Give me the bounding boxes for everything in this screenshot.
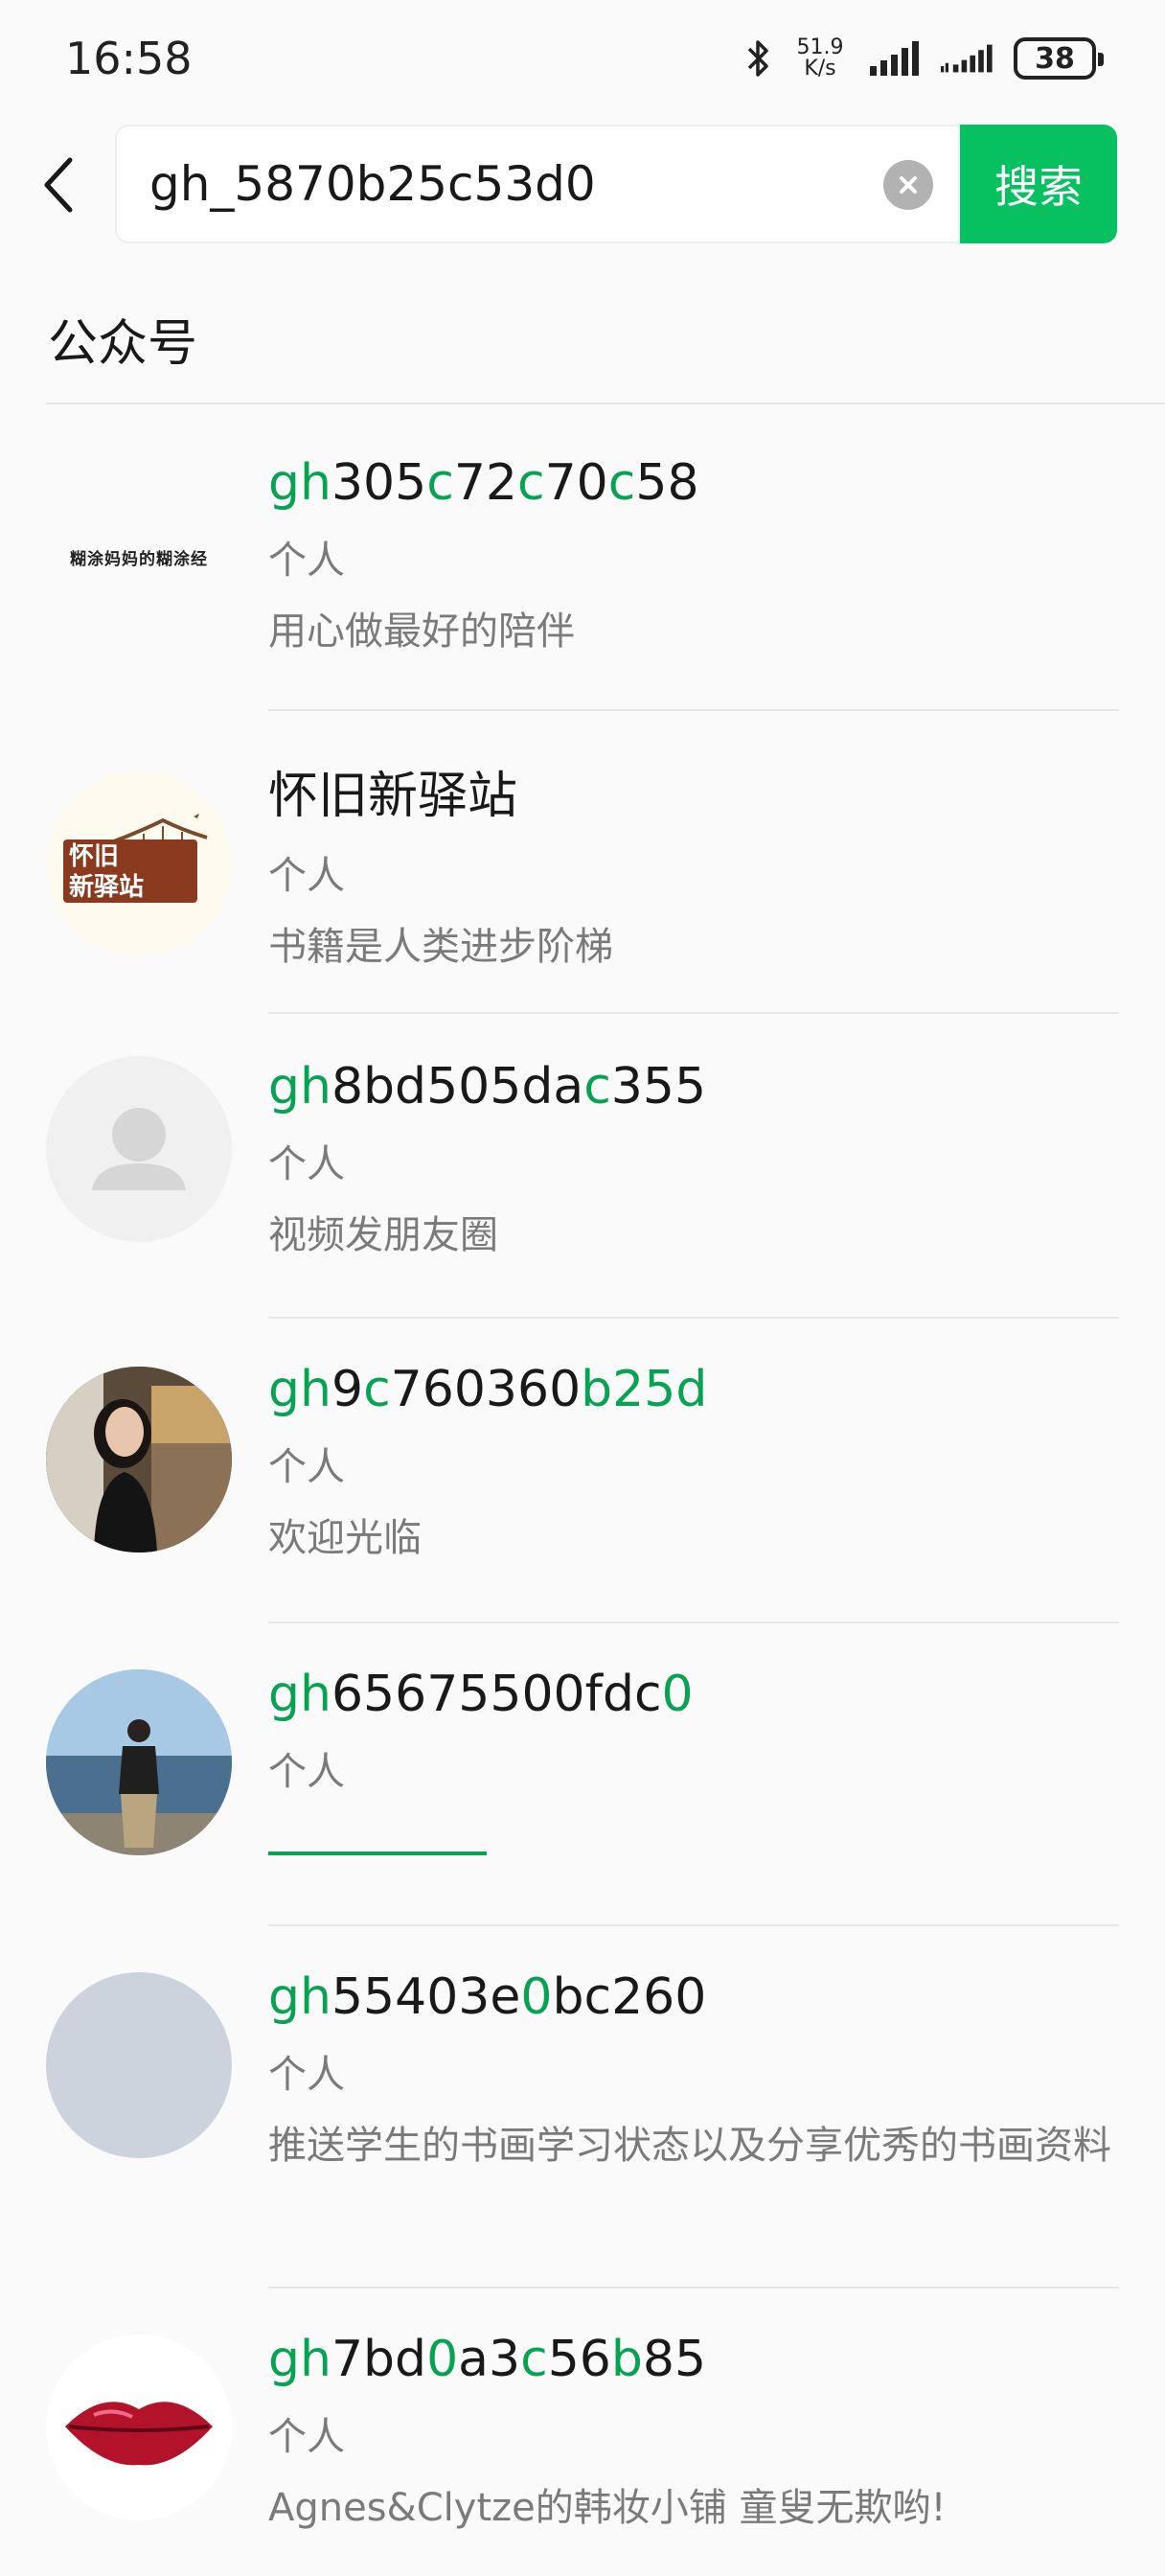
name-highlight: c [363, 1361, 391, 1418]
name-text: 8bd505da [331, 1058, 584, 1116]
avatar: 糊涂妈妈的糊涂经 [46, 464, 232, 650]
status-time: 16:58 [65, 33, 193, 84]
name-highlight: c [583, 1058, 611, 1116]
name-text: 55403e [331, 1968, 521, 2026]
results-list: 糊涂妈妈的糊涂经 gh305c72c70c58 个人 用心做最好的陪伴 怀旧 新… [0, 404, 1165, 2576]
result-type: 个人 [268, 854, 345, 898]
name-text: 70 [544, 454, 608, 512]
result-item[interactable]: gh65675500fdc0 个人 [0, 1623, 1165, 1926]
result-description: 书籍是人类进步阶梯 [268, 925, 613, 969]
name-highlight: gh [268, 1968, 331, 2026]
name-highlight: gh [268, 1361, 331, 1418]
result-description: 视频发朋友圈 [268, 1213, 498, 1257]
name-highlight: c [426, 454, 454, 512]
name-highlight: b [610, 2331, 643, 2388]
name-highlight: 0 [520, 1968, 553, 2026]
name-highlight: c [607, 454, 636, 512]
name-highlight: 0 [426, 2331, 459, 2388]
chevron-left-icon [44, 157, 73, 213]
status-bar: 16:58 51.9 K/s 38 [0, 0, 1165, 115]
avatar-photo-man [46, 1669, 232, 1855]
name-highlight: b25d [581, 1361, 708, 1418]
result-type: 个人 [268, 2053, 345, 2097]
avatar-logo-box: 怀旧 新驿站 [63, 840, 197, 903]
avatar-logo: 怀旧 新驿站 [63, 813, 208, 905]
result-description: Agnes&Clytze的韩妆小铺 童叟无欺哟! [268, 2486, 947, 2530]
avatar-logo-text: 糊涂妈妈的糊涂经 [70, 549, 208, 569]
avatar [46, 1056, 232, 1242]
close-icon [900, 176, 917, 194]
name-highlight: 0 [661, 1666, 694, 1723]
result-type: 个人 [268, 1142, 345, 1186]
battery-icon: 38 [1014, 37, 1104, 80]
result-item[interactable]: gh8bd505dac355 个人 视频发朋友圈 [0, 1014, 1165, 1319]
avatar: 怀旧 新驿站 [46, 770, 232, 956]
result-item[interactable]: 糊涂妈妈的糊涂经 gh305c72c70c58 个人 用心做最好的陪伴 [0, 404, 1165, 711]
name-text: 85 [642, 2331, 707, 2388]
name-highlight: gh [268, 2331, 331, 2388]
result-name: gh55403e0bc260 [268, 1968, 1111, 2026]
result-description: 欢迎光临 [268, 1516, 422, 1560]
signal-icon-2 [941, 44, 993, 73]
result-name: gh65675500fdc0 [268, 1666, 694, 1723]
result-name: gh9c760360b25d [268, 1361, 1111, 1418]
name-text: 56 [547, 2331, 611, 2388]
name-highlight: c [520, 2331, 548, 2388]
name-text: 65675500fdc [331, 1666, 662, 1723]
name-text: 7bd [331, 2331, 427, 2388]
signal-icon-1 [870, 41, 919, 76]
avatar-photo-woman [46, 1367, 232, 1552]
avatar [46, 1972, 232, 2158]
name-text: 72 [453, 454, 517, 512]
result-item[interactable]: gh7bd0a3c56b85 个人 Agnes&Clytze的韩妆小铺 童叟无欺… [0, 2288, 1165, 2576]
search-input[interactable] [149, 126, 878, 242]
avatar-lips-icon [65, 2402, 213, 2466]
name-highlight: gh [268, 1666, 331, 1723]
result-name: gh8bd505dac355 [268, 1058, 1111, 1116]
result-type: 个人 [268, 539, 345, 583]
bluetooth-icon [747, 40, 768, 77]
name-text: 怀旧新驿站 [268, 768, 518, 825]
avatar [46, 2334, 232, 2520]
name-highlight: gh [268, 454, 331, 512]
network-speed: 51.9 K/s [796, 35, 844, 80]
result-description: 用心做最好的陪伴 [268, 610, 575, 654]
status-icons: 51.9 K/s 38 [743, 34, 1104, 82]
avatar [46, 1669, 232, 1855]
section-title: 公众号 [48, 315, 198, 373]
description-underline [268, 1852, 487, 1855]
result-type: 个人 [268, 2415, 345, 2459]
result-name: gh305c72c70c58 [268, 454, 1111, 512]
name-highlight: gh [268, 1058, 331, 1116]
search-box[interactable] [115, 125, 960, 243]
name-text: bc260 [552, 1968, 707, 2026]
clear-search-button[interactable] [883, 160, 933, 210]
name-text: 760360 [390, 1361, 582, 1418]
search-button[interactable]: 搜索 [960, 125, 1117, 243]
result-type: 个人 [268, 1445, 345, 1489]
result-description: 推送学生的书画学习状态以及分享优秀的书画资料 [268, 2124, 1111, 2168]
result-name: 怀旧新驿站 [268, 755, 1111, 827]
name-text: 305 [331, 454, 427, 512]
name-text: 58 [635, 454, 699, 512]
result-item[interactable]: gh9c760360b25d 个人 欢迎光临 [0, 1319, 1165, 1623]
name-text: a3 [458, 2331, 521, 2388]
name-highlight: c [517, 454, 545, 512]
result-type: 个人 [268, 1750, 345, 1794]
name-text: 9 [331, 1361, 364, 1418]
avatar [46, 1367, 232, 1552]
result-item[interactable]: 怀旧 新驿站 怀旧新驿站 个人 书籍是人类进步阶梯 [0, 711, 1165, 1014]
name-text: 355 [610, 1058, 707, 1116]
result-item[interactable]: gh55403e0bc260 个人 推送学生的书画学习状态以及分享优秀的书画资料 [0, 1926, 1165, 2288]
result-name: gh7bd0a3c56b85 [268, 2331, 1111, 2388]
default-user-icon [92, 1108, 186, 1190]
back-button[interactable] [34, 151, 80, 218]
